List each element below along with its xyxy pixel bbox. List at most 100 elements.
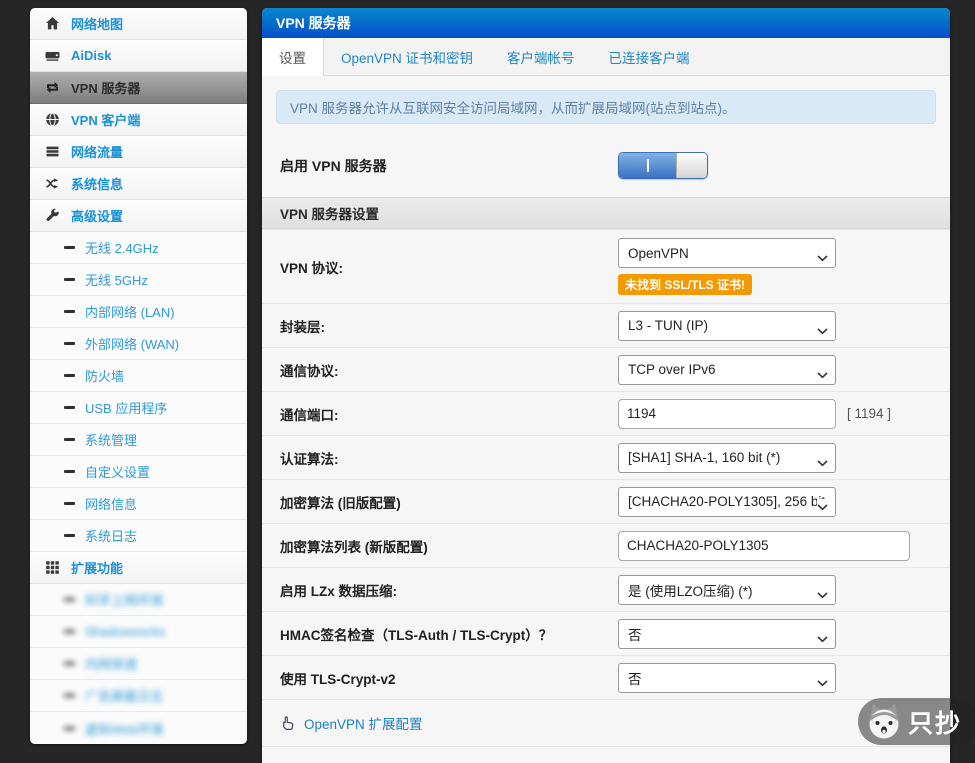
- hmac-select[interactable]: 否: [618, 618, 836, 649]
- sidebar-subitem-blurred-5[interactable]: 虚拟Web环境: [30, 712, 247, 744]
- globe-icon: [43, 111, 61, 128]
- tls-crypt-v2-select[interactable]: 否: [618, 662, 836, 693]
- sidebar-item-label: 网络地图: [71, 17, 124, 32]
- transport-protocol-select[interactable]: TCP over IPv6: [618, 354, 836, 385]
- sidebar-item-aidisk[interactable]: AiDisk: [30, 40, 247, 72]
- sidebar-subitem-sysadmin[interactable]: 系统管理: [30, 424, 247, 456]
- enable-vpn-label: 启用 VPN 服务器: [280, 157, 387, 174]
- sidebar-item-sysinfo[interactable]: 系统信息: [30, 168, 247, 200]
- sidebar-item-extensions[interactable]: 扩展功能: [30, 552, 247, 584]
- sidebar-item-traffic[interactable]: 网络流量: [30, 136, 247, 168]
- dash-bullet-icon: [64, 662, 75, 665]
- sidebar-subitem-label: 虚拟Web环境: [85, 721, 164, 737]
- sidebar-subitem-wireless-24[interactable]: 无线 2.4GHz: [30, 232, 247, 264]
- openvpn-advanced-config-row: OpenVPN 扩展配置: [262, 699, 950, 746]
- form-row-cipher-legacy: 加密算法 (旧版配置) [CHACHA20-POLY1305], 256 bit: [262, 479, 950, 523]
- toggle-knob[interactable]: [676, 153, 707, 178]
- toggle-on-segment: [619, 153, 676, 178]
- section-title: VPN 服务器设置: [280, 207, 380, 222]
- select-value: [CHACHA20-POLY1305], 256 bit: [628, 494, 826, 509]
- sidebar-subitem-wireless-5[interactable]: 无线 5GHz: [30, 264, 247, 296]
- sidebar-item-label: 网络流量: [71, 145, 124, 160]
- chevron-down-icon: [817, 367, 828, 382]
- disk-icon: [43, 47, 61, 64]
- sidebar-subitem-label: Shadowsocks: [85, 624, 166, 639]
- sidebar-subitem-blurred-3[interactable]: 内网穿透: [30, 648, 247, 680]
- form-row-compression: 启用 LZx 数据压缩: 是 (使用LZO压缩) (*): [262, 567, 950, 611]
- page-title: VPN 服务器: [276, 15, 351, 31]
- sidebar-item-vpn-server[interactable]: VPN 服务器: [30, 72, 247, 104]
- tab-openvpn-certs[interactable]: OpenVPN 证书和密钥: [324, 38, 490, 75]
- sidebar-item-vpn-client[interactable]: VPN 客户端: [30, 104, 247, 136]
- port-default-hint: [ 1194 ]: [847, 406, 892, 421]
- sidebar-item-label: 系统信息: [71, 177, 124, 192]
- tab-client-accounts[interactable]: 客户端帐号: [490, 38, 592, 75]
- tab-label: OpenVPN 证书和密钥: [341, 50, 474, 66]
- vpn-protocol-select[interactable]: OpenVPN: [618, 238, 836, 268]
- openvpn-advanced-config-link[interactable]: OpenVPN 扩展配置: [304, 713, 423, 733]
- sidebar-subitem-blurred-1[interactable]: 科学上网环境: [30, 584, 247, 616]
- field-label: 认证算法:: [280, 451, 339, 467]
- chevron-down-icon: [817, 587, 828, 602]
- sidebar-subitem-label: 无线 2.4GHz: [85, 241, 159, 256]
- enable-vpn-toggle[interactable]: [618, 152, 708, 179]
- sidebar-item-network-map[interactable]: 网络地图: [30, 8, 247, 40]
- form-row-auth-algo: 认证算法: [SHA1] SHA-1, 160 bit (*): [262, 435, 950, 479]
- sidebar-item-label: VPN 服务器: [71, 81, 141, 96]
- mascot-icon: [863, 701, 905, 743]
- sidebar-item-label: 高级设置: [71, 209, 124, 224]
- home-icon: [43, 15, 61, 32]
- select-value: OpenVPN: [628, 245, 689, 261]
- sidebar-subitem-firewall[interactable]: 防火墙: [30, 360, 247, 392]
- form-row-hmac: HMAC签名检查（TLS-Auth / TLS-Crypt）？ 否: [262, 611, 950, 655]
- toggle-on-glyph: [646, 159, 649, 172]
- page-header: VPN 服务器: [262, 8, 950, 38]
- sidebar-subitem-usb-app[interactable]: USB 应用程序: [30, 392, 247, 424]
- field-label: 启用 LZx 数据压缩:: [280, 583, 397, 599]
- sidebar-subitem-lan[interactable]: 内部网络 (LAN): [30, 296, 247, 328]
- cipher-legacy-select[interactable]: [CHACHA20-POLY1305], 256 bit: [618, 486, 836, 517]
- traffic-bars-icon: [43, 143, 61, 160]
- dash-bullet-icon: [64, 470, 75, 473]
- field-label: 使用 TLS-Crypt-v2: [280, 671, 396, 687]
- wrench-icon: [43, 207, 61, 224]
- sidebar-subitem-label: 外部网络 (WAN): [85, 337, 180, 352]
- sidebar-subitem-label: 系统管理: [85, 433, 138, 448]
- dash-bullet-icon: [64, 438, 75, 441]
- tab-settings[interactable]: 设置: [262, 38, 324, 76]
- sidebar-subitem-custom[interactable]: 自定义设置: [30, 456, 247, 488]
- sidebar-subitem-label: 内网穿透: [85, 657, 138, 672]
- shuffle-icon: [43, 175, 61, 192]
- sidebar-subitem-blurred-4[interactable]: 广告屏蔽日志: [30, 680, 247, 712]
- sidebar-item-label: AiDisk: [71, 48, 112, 63]
- sidebar-subitem-syslog[interactable]: 系统日志: [30, 520, 247, 552]
- dash-bullet-icon: [64, 342, 75, 345]
- field-label: VPN 协议:: [280, 260, 344, 276]
- chevron-down-icon: [817, 455, 828, 470]
- sidebar-item-advanced[interactable]: 高级设置: [30, 200, 247, 232]
- grid-icon: [43, 559, 61, 576]
- cipher-list-input[interactable]: [618, 530, 910, 561]
- chevron-down-icon: [817, 323, 828, 338]
- sidebar-item-label: VPN 客户端: [71, 113, 141, 128]
- interface-type-select[interactable]: L3 - TUN (IP): [618, 310, 836, 341]
- compression-select[interactable]: 是 (使用LZO压缩) (*): [618, 574, 836, 605]
- dash-bullet-icon: [64, 406, 75, 409]
- field-label: 通信协议:: [280, 363, 339, 379]
- chevron-down-icon: [817, 675, 828, 690]
- tab-bar: 设置 OpenVPN 证书和密钥 客户端帐号 已连接客户端: [262, 38, 950, 76]
- select-value: [SHA1] SHA-1, 160 bit (*): [628, 450, 781, 465]
- sidebar-subitem-label: 网络信息: [85, 497, 138, 512]
- tab-connected-clients[interactable]: 已连接客户端: [592, 38, 707, 75]
- sidebar-subitem-blurred-2[interactable]: Shadowsocks: [30, 616, 247, 648]
- field-label: 封装层:: [280, 319, 325, 335]
- sidebar-subitem-wan[interactable]: 外部网络 (WAN): [30, 328, 247, 360]
- auth-algo-select[interactable]: [SHA1] SHA-1, 160 bit (*): [618, 442, 836, 473]
- sidebar-subitem-label: 科学上网环境: [85, 593, 164, 608]
- select-value: 是 (使用LZO压缩) (*): [628, 583, 753, 599]
- tab-label: 设置: [279, 50, 306, 66]
- sidebar-subitem-netinfo[interactable]: 网络信息: [30, 488, 247, 520]
- sidebar-subitem-label: 防火墙: [85, 369, 125, 384]
- enable-vpn-row: 启用 VPN 服务器: [262, 138, 950, 197]
- port-input[interactable]: [618, 398, 836, 429]
